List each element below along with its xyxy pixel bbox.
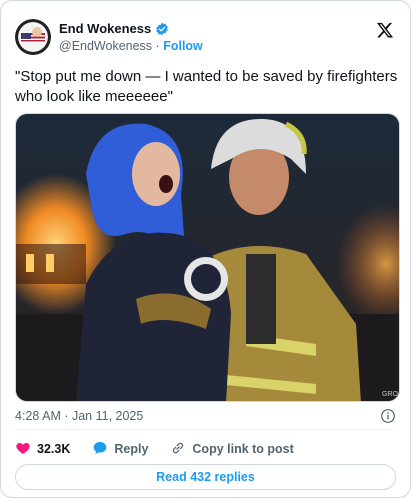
copy-link-label: Copy link to post <box>192 442 294 456</box>
tweet-header: End Wokeness @EndWokeness · Follow <box>15 19 396 59</box>
like-button[interactable]: 32.3K <box>15 440 70 459</box>
author-avatar[interactable] <box>15 19 51 55</box>
copy-link-button[interactable]: Copy link to post <box>170 440 294 459</box>
heart-icon <box>15 440 31 459</box>
author-handle-row: @EndWokeness · Follow <box>59 39 203 53</box>
read-replies-button[interactable]: Read 432 replies <box>15 464 396 490</box>
like-count: 32.3K <box>37 442 71 456</box>
tweet-actions: 32.3K Reply Copy link to post <box>15 440 316 458</box>
tweet-image[interactable]: GROK ✦ <box>15 113 400 402</box>
tweet-timestamp[interactable]: 4:28 AM · Jan 11, 2025 <box>15 409 143 423</box>
tweet-text: "Stop put me down — I wanted to be saved… <box>15 68 398 105</box>
link-icon <box>170 440 186 459</box>
reply-bubble-icon <box>92 440 108 459</box>
verified-badge-icon <box>155 22 169 36</box>
divider <box>15 429 396 430</box>
handle-separator: · <box>155 39 160 53</box>
info-icon[interactable] <box>380 408 396 424</box>
follow-button[interactable]: Follow <box>163 39 203 53</box>
reply-label: Reply <box>114 442 149 456</box>
x-logo-icon[interactable] <box>376 21 394 39</box>
author-handle[interactable]: @EndWokeness <box>59 39 152 53</box>
author-name-row: End Wokeness <box>59 21 169 36</box>
author-display-name[interactable]: End Wokeness <box>59 21 151 36</box>
reply-button[interactable]: Reply <box>92 440 148 459</box>
tweet-card: End Wokeness @EndWokeness · Follow "Stop… <box>0 0 411 498</box>
grok-watermark: GROK ✦ <box>382 390 400 398</box>
